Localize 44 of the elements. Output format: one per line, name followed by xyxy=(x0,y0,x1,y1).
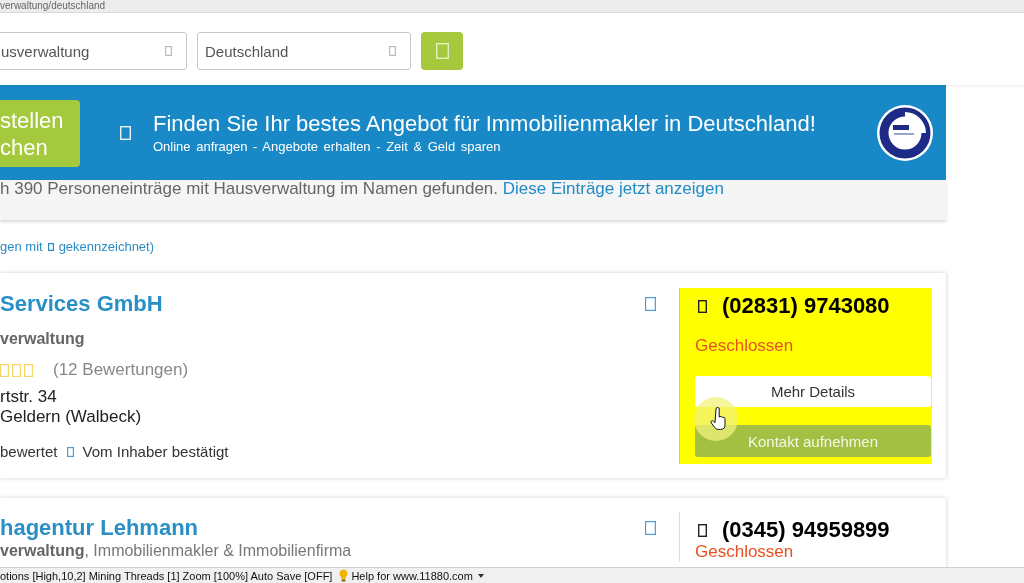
search-field[interactable]: usverwaltung xyxy=(0,32,187,70)
pointer-cursor-icon xyxy=(693,396,739,442)
note-text: gen mit xyxy=(0,240,43,254)
details-button[interactable]: Mehr Details xyxy=(695,376,931,407)
show-entries-link[interactable]: Diese Einträge jetzt anzeigen xyxy=(502,179,724,198)
status-text: otions [High,10,2] Mining Threads [1] Zoom [100%] Auto Save [OFF] xyxy=(0,569,333,582)
address-text: Geldern (Walbeck) xyxy=(0,407,142,427)
status-text: Geschlossen xyxy=(695,336,794,356)
rectangle-icon xyxy=(0,363,9,377)
rectangle-icon xyxy=(698,299,707,313)
lightbulb-icon xyxy=(339,569,349,582)
rectangle-icon xyxy=(47,243,54,251)
request-button[interactable]: stellen chen xyxy=(0,100,80,167)
rectangle-icon xyxy=(698,523,707,537)
badge-text: Vom Inhaber bestätigt xyxy=(82,443,229,461)
help-menu-button[interactable]: Help for www.11880.com xyxy=(351,569,484,582)
search-button[interactable] xyxy=(421,32,463,70)
address-text: rtstr. 34 xyxy=(0,387,57,407)
rating-count: (12 Bewertungen) xyxy=(53,360,189,380)
rectangle-icon xyxy=(165,46,172,56)
banner-title: Finden Sie Ihr bestes Angebot für Immobilienmakler in Deutschland! xyxy=(153,111,816,136)
round-seal-icon xyxy=(877,104,933,161)
rectangle-icon xyxy=(389,46,396,56)
caret-icon xyxy=(477,573,484,578)
results-info-text: h 390 Personeneinträge mit Hausverwaltung im Namen gefunden. Diese Einträge jetzt anzeigen xyxy=(0,180,724,198)
location-field[interactable]: Deutschland xyxy=(197,32,411,70)
note-text: gekennzeichnet) xyxy=(58,240,155,254)
contact-button[interactable]: Kontakt aufnehmen xyxy=(695,425,931,457)
rectangle-icon xyxy=(120,125,131,140)
company-name-link[interactable]: Services GmbH xyxy=(0,292,163,316)
banner-subtitle: Online anfragen - Angebote erhalten - Zeit & Geld sparen xyxy=(153,139,502,154)
rectangle-icon xyxy=(12,363,21,377)
category-text: verwaltung, Immobilienmakler & Immobilienfirma xyxy=(0,541,352,561)
url-text: verwaltung/deutschland xyxy=(0,0,106,12)
category-text: verwaltung xyxy=(0,329,85,349)
badge-text: bewertet xyxy=(0,443,58,461)
phone-number: (02831) 9743080 xyxy=(722,294,890,318)
rectangle-icon[interactable] xyxy=(645,297,656,311)
rectangle-icon xyxy=(24,363,33,377)
rectangle-icon[interactable] xyxy=(645,521,656,535)
rectangle-icon xyxy=(435,43,449,59)
phone-number: (0345) 94959899 xyxy=(722,518,890,542)
status-text: Geschlossen xyxy=(695,542,794,562)
company-name-link[interactable]: hagentur Lehmann xyxy=(0,516,198,540)
